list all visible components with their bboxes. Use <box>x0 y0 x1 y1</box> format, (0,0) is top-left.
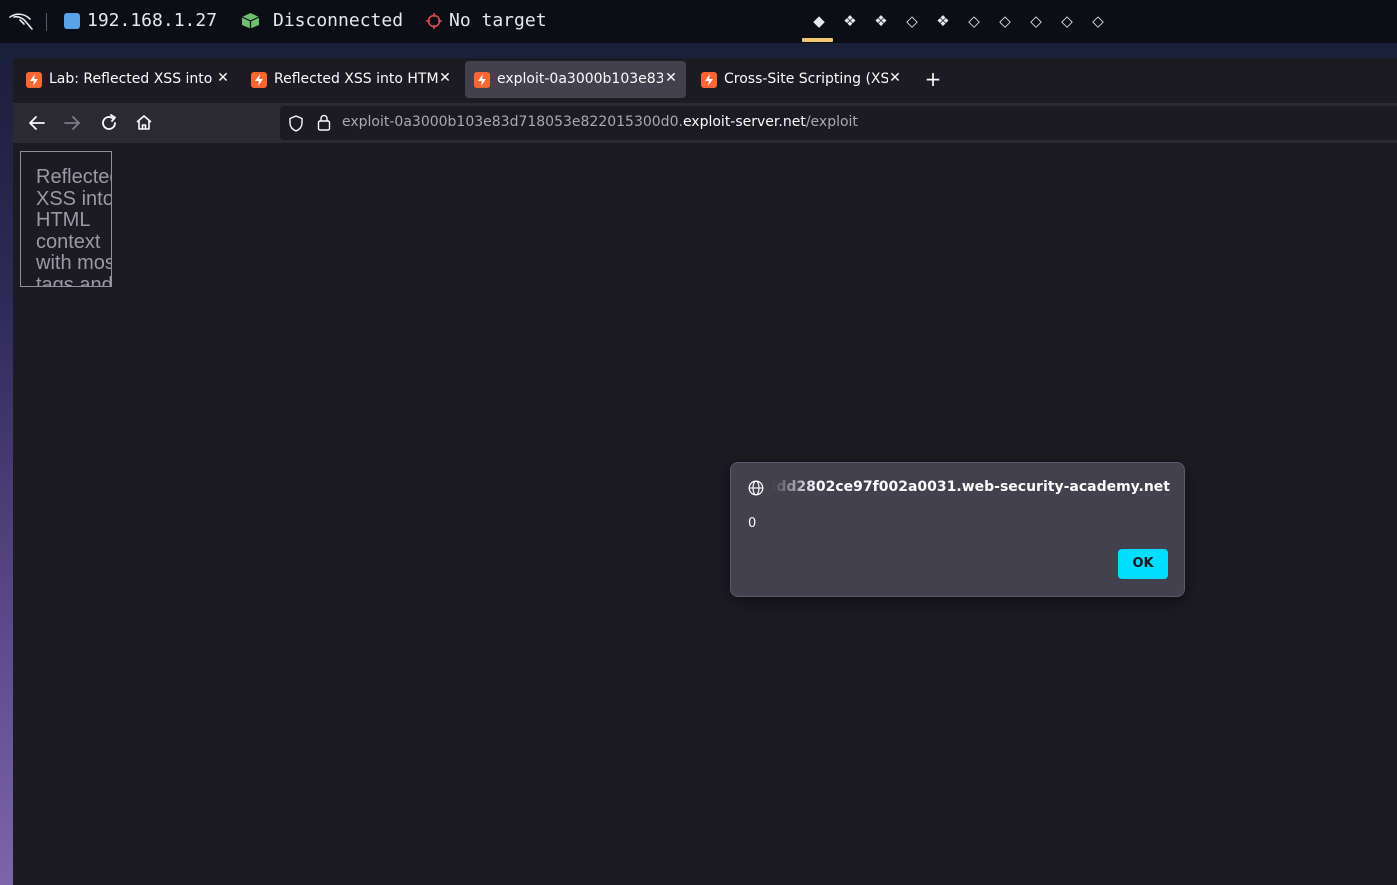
active-workspace-indicator <box>802 38 833 42</box>
workspace-8[interactable]: ◇ <box>1024 10 1048 32</box>
vpn-box-icon <box>241 13 260 29</box>
browser-window: Lab: Reflected XSS into HTML ✕ Reflected… <box>13 58 1397 885</box>
vpn-status: Disconnected <box>273 10 404 31</box>
workspace-7[interactable]: ◇ <box>993 10 1017 32</box>
workspace-5[interactable]: ❖ <box>931 10 955 32</box>
tracking-protection-shield-icon[interactable] <box>288 115 304 132</box>
tab-cross-site-scripting[interactable]: Cross-Site Scripting (XSS ✕ <box>692 61 908 98</box>
dialog-origin: e3dd2802ce97f002a0031.web-security-acade… <box>772 479 1170 495</box>
page-content: Reflected XSS into HTML context with mos… <box>13 143 1397 885</box>
portswigger-favicon-icon <box>26 72 42 88</box>
tab-exploit-server[interactable]: exploit-0a3000b103e83d ✕ <box>465 61 686 98</box>
close-tab-icon[interactable]: ✕ <box>437 69 453 87</box>
alert-dialog: e3dd2802ce97f002a0031.web-security-acade… <box>730 462 1185 597</box>
close-tab-icon[interactable]: ✕ <box>887 69 903 87</box>
tab-reflected-xss[interactable]: Reflected XSS into HTML ✕ <box>242 61 458 98</box>
back-button[interactable] <box>25 111 49 135</box>
tab-title: Cross-Site Scripting (XSS <box>724 71 888 87</box>
portswigger-favicon-icon <box>701 72 717 88</box>
workspace-2[interactable]: ❖ <box>838 10 862 32</box>
origin-fade <box>772 477 816 499</box>
workspace-3[interactable]: ❖ <box>869 10 893 32</box>
workspace-9[interactable]: ◇ <box>1055 10 1079 32</box>
ip-address: 192.168.1.27 <box>87 10 218 31</box>
ok-button[interactable]: OK <box>1118 549 1168 579</box>
target-status: No target <box>449 10 547 31</box>
kali-menu-icon[interactable] <box>8 11 34 31</box>
home-icon <box>136 115 152 130</box>
workspace-10[interactable]: ◇ <box>1086 10 1110 32</box>
tab-lab-reflected-xss[interactable]: Lab: Reflected XSS into HTML ✕ <box>17 61 233 98</box>
dialog-message: 0 <box>748 516 757 531</box>
forward-button[interactable] <box>60 111 84 135</box>
lock-icon[interactable] <box>317 114 331 131</box>
url-path: /exploit <box>805 114 858 130</box>
navigation-toolbar: exploit-0a3000b103e83d718053e822015300d0… <box>13 103 1397 143</box>
url-subdomain: exploit-0a3000b103e83d718053e822015300d0… <box>342 114 683 130</box>
iframe-lab-title: Reflected XSS into HTML context with mos… <box>36 166 112 287</box>
close-tab-icon[interactable]: ✕ <box>215 69 231 87</box>
arrow-right-icon <box>64 116 80 130</box>
tab-title: exploit-0a3000b103e83d <box>497 71 663 87</box>
workspace-4[interactable]: ◇ <box>900 10 924 32</box>
tab-title: Reflected XSS into HTML <box>274 71 438 87</box>
home-button[interactable] <box>132 111 156 135</box>
network-icon <box>64 13 80 29</box>
panel-separator <box>46 13 47 31</box>
url-text[interactable]: exploit-0a3000b103e83d718053e822015300d0… <box>342 114 858 130</box>
globe-icon <box>748 480 764 496</box>
top-panel: 192.168.1.27 Disconnected No target ◆ ❖ … <box>0 0 1397 43</box>
url-bar[interactable]: exploit-0a3000b103e83d718053e822015300d0… <box>280 106 1397 140</box>
arrow-left-icon <box>29 116 45 130</box>
close-tab-icon[interactable]: ✕ <box>663 69 679 87</box>
reload-button[interactable] <box>97 111 121 135</box>
embedded-lab-iframe[interactable]: Reflected XSS into HTML context with mos… <box>20 151 112 287</box>
crosshair-icon <box>426 13 442 29</box>
workspace-6[interactable]: ◇ <box>962 10 986 32</box>
workspace-1[interactable]: ◆ <box>807 10 831 32</box>
tab-bar: Lab: Reflected XSS into HTML ✕ Reflected… <box>13 58 1397 103</box>
reload-icon <box>102 114 116 130</box>
new-tab-button[interactable]: + <box>923 68 943 92</box>
portswigger-favicon-icon <box>251 72 267 88</box>
tab-title: Lab: Reflected XSS into HTML <box>49 71 215 87</box>
url-domain: exploit-server.net <box>682 114 806 130</box>
portswigger-favicon-icon <box>474 72 490 88</box>
